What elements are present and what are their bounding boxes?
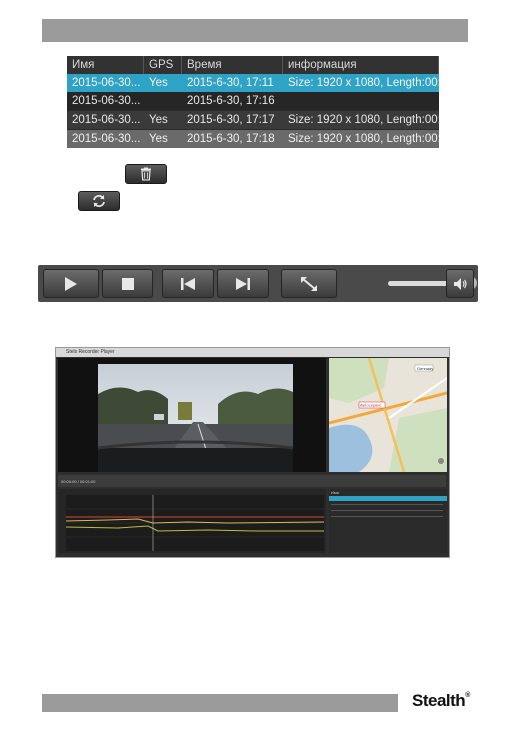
cell-gps: Yes (149, 77, 168, 89)
app-window-title: Stels Recorder Player (56, 348, 449, 357)
cell-name: 2015-06-30... (72, 114, 141, 126)
video-panel (58, 358, 326, 472)
table-row[interactable]: 2015-06-30... 2015-6-30, 17:16 (67, 92, 439, 110)
map-panel[interactable]: Gennady Автосервис (329, 358, 447, 472)
cell-name: 2015-06-30... (72, 133, 141, 145)
cell-gps: Yes (149, 133, 168, 145)
brand-logo: Stealth® (412, 691, 470, 710)
stop-button[interactable] (102, 269, 153, 298)
stop-icon (121, 277, 134, 290)
table-row[interactable]: 2015-06-30... Yes 2015-6-30, 17:17 Size:… (67, 111, 439, 129)
header-bar (42, 19, 468, 42)
sensor-graph (58, 489, 326, 553)
refresh-button[interactable] (78, 191, 120, 211)
delete-button[interactable] (125, 164, 167, 184)
cell-info: Size: 1920 x 1080, Length:00: (288, 77, 439, 89)
cell-info: Size: 1920 x 1080, Length:00: (288, 133, 439, 145)
skip-back-icon (181, 277, 195, 290)
cell-info (283, 92, 439, 110)
table-header: Имя GPS Время информация (67, 56, 439, 74)
cell-gps (144, 92, 182, 110)
cell-info: Size: 1920 x 1080, Length:00:0 (288, 114, 439, 126)
play-icon (65, 276, 77, 291)
file-list-table: Имя GPS Время информация 2015-06-30... Y… (67, 56, 439, 148)
map-label: Автосервис (360, 403, 382, 408)
fullscreen-button[interactable] (281, 269, 337, 298)
cell-gps: Yes (149, 114, 168, 126)
column-header-gps[interactable]: GPS (144, 56, 182, 74)
app-controls-bar: 00:00:00 / 00:01:00 (58, 475, 446, 487)
play-button[interactable] (43, 269, 99, 298)
map-label: Gennady (417, 366, 433, 371)
cell-name: 2015-06-30... (72, 77, 141, 89)
dashcam-video-frame (98, 364, 293, 472)
mini-list-header: Имя (331, 490, 339, 495)
footer-bar (42, 694, 398, 712)
table-row[interactable]: 2015-06-30... Yes 2015-6-30, 17:11 Size:… (67, 74, 439, 92)
column-header-info[interactable]: информация (283, 56, 439, 74)
playback-toolbar (38, 265, 478, 302)
cell-time: 2015-6-30, 17:18 (187, 133, 275, 145)
fullscreen-icon (301, 276, 317, 291)
app-screenshot: Stels Recorder Player Gennady Автосервис… (55, 347, 450, 558)
previous-button[interactable] (162, 269, 214, 298)
speaker-icon (454, 277, 467, 290)
cell-time: 2015-6-30, 17:17 (187, 114, 275, 126)
column-header-time[interactable]: Время (182, 56, 283, 74)
refresh-icon (93, 195, 105, 207)
column-header-name[interactable]: Имя (67, 56, 144, 74)
skip-forward-icon (236, 277, 250, 290)
cell-time: 2015-6-30, 17:11 (187, 77, 274, 89)
cell-time: 2015-6-30, 17:16 (187, 95, 275, 107)
time-readout: 00:00:00 / 00:01:00 (61, 479, 96, 484)
trash-icon (141, 167, 151, 181)
next-button[interactable] (217, 269, 269, 298)
mute-button[interactable] (446, 269, 474, 298)
table-row[interactable]: 2015-06-30... Yes 2015-6-30, 17:18 Size:… (67, 130, 439, 148)
mini-file-list: Имя (329, 489, 447, 553)
cell-name: 2015-06-30... (72, 95, 141, 107)
